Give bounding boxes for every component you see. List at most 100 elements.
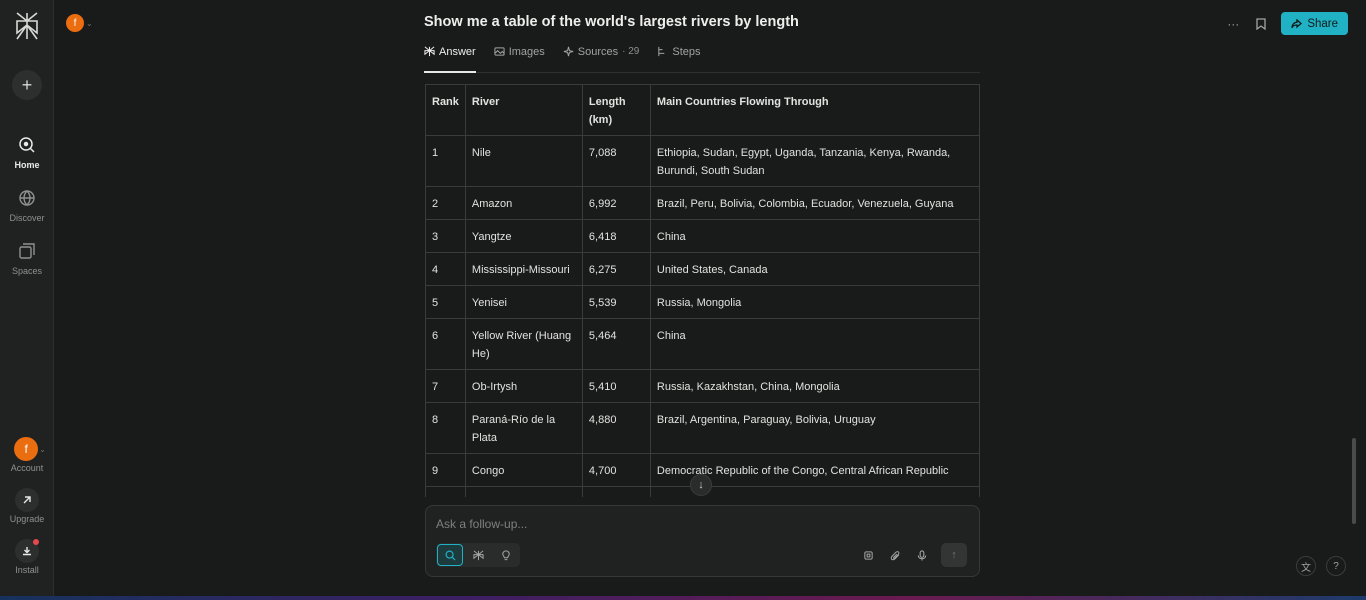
model-chip-button[interactable] [860,547,876,563]
table-cell: 7,088 [581,135,651,187]
bookmark-icon [1256,17,1266,30]
table-row: 6 Yellow River (Huang He) 5,464 China [425,318,980,370]
table-cell: 6 [425,318,466,370]
table-cell: 4,444 [581,486,651,497]
table-cell: 6,275 [581,252,651,286]
more-options-button[interactable]: ··· [1225,16,1241,32]
chevron-down-icon: ⌄ [86,18,93,28]
attach-button[interactable] [887,547,903,563]
table-cell: 8 [425,402,466,454]
sidebar-item-home[interactable]: Home [0,132,54,170]
tab-label: Steps [672,46,701,58]
search-mode-toggle [436,543,520,567]
table-cell: Russia, Kazakhstan, China, Mongolia [649,369,980,403]
spaces-icon [14,238,40,264]
sidebar-item-account[interactable]: f ⌄ Account [0,437,54,473]
table-cell: 10 [425,486,466,497]
avatar: f [14,437,39,461]
table-cell: 4 [425,252,466,286]
column-header: Length (km) [581,84,651,136]
table-cell: Russia, Mongolia [649,285,980,319]
bookmark-button[interactable] [1253,16,1269,32]
sources-count: · 29 [622,46,640,57]
search-icon [445,550,456,561]
steps-icon [658,46,665,57]
table-row: 8 Paraná-Río de la Plata 4,880 Brazil, Arge… [425,402,980,454]
table-row: 1 Nile 7,088 Ethiopia, Sudan, Egypt, Uganda… [425,135,980,187]
perplexity-icon [424,46,435,57]
search-icon [14,132,40,158]
search-mode-button[interactable] [437,544,463,566]
language-button[interactable]: 文 [1296,556,1316,576]
avatar: f [66,14,84,32]
table-cell: Amur [464,486,583,497]
table-cell: Amazon [464,186,583,220]
table-body: 1 Nile 7,088 Ethiopia, Sudan, Egypt, Uganda… [425,135,980,497]
tab-images[interactable]: Images [494,45,545,73]
scrollbar-thumb[interactable] [1352,438,1356,524]
table-cell: 3 [425,219,466,253]
plus-icon: + [21,74,33,95]
followup-input[interactable] [436,515,836,533]
table-cell: Yenisei [464,285,583,319]
sidebar-item-spaces[interactable]: Spaces [0,238,54,276]
new-thread-button[interactable]: + [12,70,42,100]
sidebar-item-label: Install [15,565,39,575]
tab-label: Answer [439,46,476,58]
followup-tools: ↑ [860,543,967,567]
table-cell: Paraná-Río de la Plata [464,402,583,454]
table-cell: 5 [425,285,466,319]
tab-sources[interactable]: Sources · 29 [563,45,640,73]
table-cell: 6,418 [581,219,651,253]
table-row: 2 Amazon 6,992 Brazil, Peru, Bolivia, Colom… [425,186,980,220]
image-icon [494,47,505,56]
rivers-table: Rank River Length (km) Main Countries Flowi… [425,84,980,497]
scroll-to-bottom-button[interactable]: ↓ [690,474,712,496]
table-cell: 7 [425,369,466,403]
chevron-down-icon: ⌄ [39,444,46,454]
tab-label: Images [508,46,545,58]
followup-box: ↑ [425,505,980,577]
sidebar-item-label: Home [14,160,40,170]
table-cell: 1 [425,135,466,187]
research-mode-button[interactable] [465,544,491,566]
perplexity-icon [472,550,484,560]
arrow-up-icon: ↑ [951,549,957,561]
answer-table-container: Rank River Length (km) Main Countries Flowi… [425,84,980,497]
notification-dot [33,539,39,545]
left-rail: + Home Discover Spaces f ⌄ Account Upgra… [0,0,54,600]
sidebar-item-install[interactable]: Install [0,539,54,575]
table-cell: Nile [464,135,583,187]
sidebar-item-label: Upgrade [9,514,45,524]
help-button[interactable]: ? [1326,556,1346,576]
table-cell: Ethiopia, Sudan, Egypt, Uganda, Tanzania… [649,135,980,187]
table-cell: Brazil, Peru, Bolivia, Colombia, Ecuador… [649,186,980,220]
tab-answer[interactable]: Answer [424,45,476,73]
voice-button[interactable] [914,547,930,563]
table-cell: China [649,318,980,370]
tab-label: Sources [577,46,619,58]
table-row: 4 Mississippi-Missouri 6,275 United States,… [425,252,980,286]
tab-steps[interactable]: Steps [657,45,701,73]
paperclip-icon [890,550,899,560]
bottom-gradient-bar [0,596,1366,600]
user-menu[interactable]: f ⌄ [66,14,93,32]
table-row: 3 Yangtze 6,418 China [425,219,980,253]
table-cell: 5,539 [581,285,651,319]
globe-icon [14,185,40,211]
share-button[interactable]: Share [1281,12,1348,35]
sidebar-item-upgrade[interactable]: Upgrade [0,488,54,524]
labs-mode-button[interactable] [493,544,519,566]
sidebar-item-discover[interactable]: Discover [0,185,54,223]
microphone-icon [917,549,927,561]
translate-icon: 文 [1301,562,1311,574]
perplexity-logo-icon[interactable] [14,11,40,41]
arrow-down-icon: ↓ [698,479,704,491]
sparkle-icon [563,46,573,57]
download-icon [15,539,39,563]
submit-button[interactable]: ↑ [941,543,967,567]
sidebar-item-label: Account [10,463,44,473]
sidebar-item-label: Spaces [11,266,43,276]
share-label: Share [1307,17,1338,30]
lightbulb-icon [502,549,510,560]
